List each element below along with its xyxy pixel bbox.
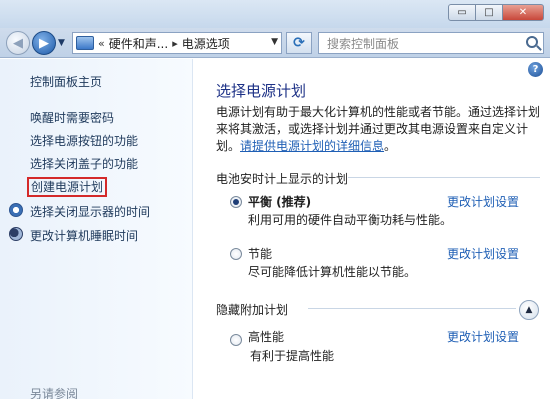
sidebar-item-display-off-time[interactable]: 选择关闭显示器的时间 [30,203,150,220]
title-bar: ▭ □ ✕ [0,0,550,28]
forward-button[interactable]: ▶ [32,31,56,55]
search-placeholder: 搜索控制面板 [327,36,400,51]
plan-details-link[interactable]: 请提供电源计划的详细信息 [240,139,384,153]
sidebar-item-power-button[interactable]: 选择电源按钮的功能 [30,132,138,149]
group-divider [308,308,516,309]
breadcrumb-power-options[interactable]: 电源选项 [182,35,230,52]
refresh-button[interactable]: ⟳ [286,32,312,54]
recent-pages-dropdown-icon[interactable]: ▼ [58,38,65,48]
plan-balanced-name[interactable]: 平衡 (推荐) [248,193,311,210]
breadcrumb-overflow[interactable]: « [98,37,105,50]
chevron-up-icon[interactable]: ▲ [519,300,539,320]
search-icon[interactable] [526,36,538,48]
plan-power-saver-change-settings-link[interactable]: 更改计划设置 [447,245,519,262]
page-description: 电源计划有助于最大化计算机的性能或者节能。通过选择计划来将其激活，或选择计划并通… [216,104,540,155]
display-clock-icon [9,203,23,217]
plan-high-performance-radio[interactable] [230,334,242,346]
address-dropdown-icon[interactable]: ▼ [271,37,278,47]
plan-balanced-radio[interactable] [230,196,242,208]
plan-high-performance-description: 有利于提高性能 [250,349,335,363]
hidden-plans-heading[interactable]: 隐藏附加计划 [216,301,288,318]
group-divider [348,177,540,178]
breadcrumb-separator[interactable]: ▸ [172,37,178,50]
back-button[interactable]: ◀ [6,31,30,55]
search-input[interactable]: 搜索控制面板 [318,32,544,54]
plan-power-saver-radio[interactable] [230,248,242,260]
sidebar-item-create-power-plan[interactable]: 创建电源计划 [26,177,108,197]
sidebar-item-sleep-time[interactable]: 更改计算机睡眠时间 [30,227,138,244]
window-controls: ▭ □ ✕ [448,4,544,21]
sidebar-item-lid-close[interactable]: 选择关闭盖子的功能 [30,155,138,172]
help-icon[interactable]: ? [528,62,543,77]
control-panel-icon [76,36,94,50]
close-button[interactable]: ✕ [502,4,544,21]
battery-meter-plans-heading: 电池安时计上显示的计划 [216,172,349,186]
plan-high-performance-name[interactable]: 高性能 [248,328,284,345]
description-end: 。 [384,139,397,153]
sleep-moon-icon [9,227,23,241]
address-bar[interactable]: « 硬件和声... ▸ 电源选项 ▼ [72,32,282,54]
sidebar-item-control-panel-home[interactable]: 控制面板主页 [30,73,102,90]
maximize-button[interactable]: □ [475,4,503,21]
plan-balanced-change-settings-link[interactable]: 更改计划设置 [447,193,519,210]
sidebar: 控制面板主页 唤醒时需要密码 选择电源按钮的功能 选择关闭盖子的功能 创建电源计… [0,59,193,399]
minimize-button[interactable]: ▭ [448,4,476,21]
sidebar-item-require-password[interactable]: 唤醒时需要密码 [30,109,114,126]
sidebar-item-create-power-plan-label[interactable]: 创建电源计划 [26,177,108,197]
see-also-heading: 另请参阅 [30,387,79,399]
plan-balanced-description: 利用可用的硬件自动平衡功耗与性能。 [248,213,453,227]
plan-power-saver-name[interactable]: 节能 [248,245,272,262]
plan-high-performance-change-settings-link[interactable]: 更改计划设置 [447,328,519,345]
plan-power-saver-description: 尽可能降低计算机性能以节能。 [248,265,417,279]
breadcrumb-hardware-sound[interactable]: 硬件和声... [109,35,168,52]
page-title: 选择电源计划 [216,82,307,100]
navigation-bar: ◀ ▶ ▼ « 硬件和声... ▸ 电源选项 ▼ ⟳ 搜索控制面板 [0,28,550,58]
